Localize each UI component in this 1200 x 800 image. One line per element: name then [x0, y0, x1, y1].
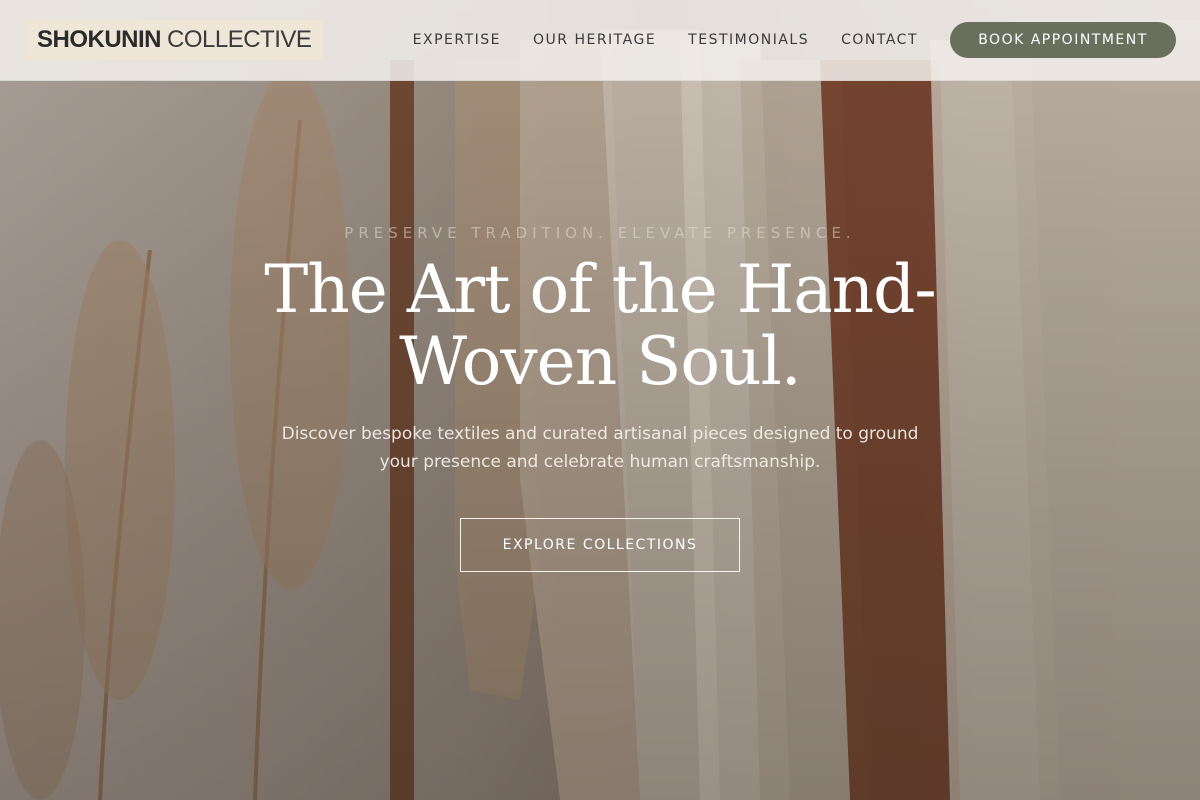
hero-headline-line-1: The Art of the Hand- [264, 251, 936, 328]
hero-eyebrow: PRESERVE TRADITION. ELEVATE PRESENCE. [344, 224, 856, 242]
nav-link-our-heritage[interactable]: OUR HERITAGE [533, 32, 656, 48]
hero-subtext-line-1: Discover bespoke textiles and curated ar… [281, 424, 919, 444]
brand-logo[interactable]: SHOKUNIN COLLECTIVE [25, 20, 324, 60]
hero-content: PRESERVE TRADITION. ELEVATE PRESENCE. Th… [200, 220, 1000, 572]
explore-collections-button[interactable]: EXPLORE COLLECTIONS [460, 518, 740, 572]
hero-headline-line-2: Woven Soul. [399, 323, 801, 400]
nav-link-testimonials[interactable]: TESTIMONIALS [688, 32, 809, 48]
hero-headline: The Art of the Hand- Woven Soul. [200, 254, 1000, 398]
nav-link-contact[interactable]: CONTACT [841, 32, 918, 48]
book-appointment-button[interactable]: BOOK APPOINTMENT [950, 22, 1176, 58]
hero-subtext: Discover bespoke textiles and curated ar… [260, 420, 940, 476]
main-nav: EXPERTISE OUR HERITAGE TESTIMONIALS CONT… [413, 0, 918, 80]
brand-name-bold: SHOKUNIN [37, 26, 162, 53]
nav-link-expertise[interactable]: EXPERTISE [413, 32, 501, 48]
hero-subtext-line-2: your presence and celebrate human crafts… [379, 452, 821, 472]
brand-name-light: COLLECTIVE [167, 26, 312, 53]
site-header: SHOKUNIN COLLECTIVE EXPERTISE OUR HERITA… [0, 0, 1200, 81]
